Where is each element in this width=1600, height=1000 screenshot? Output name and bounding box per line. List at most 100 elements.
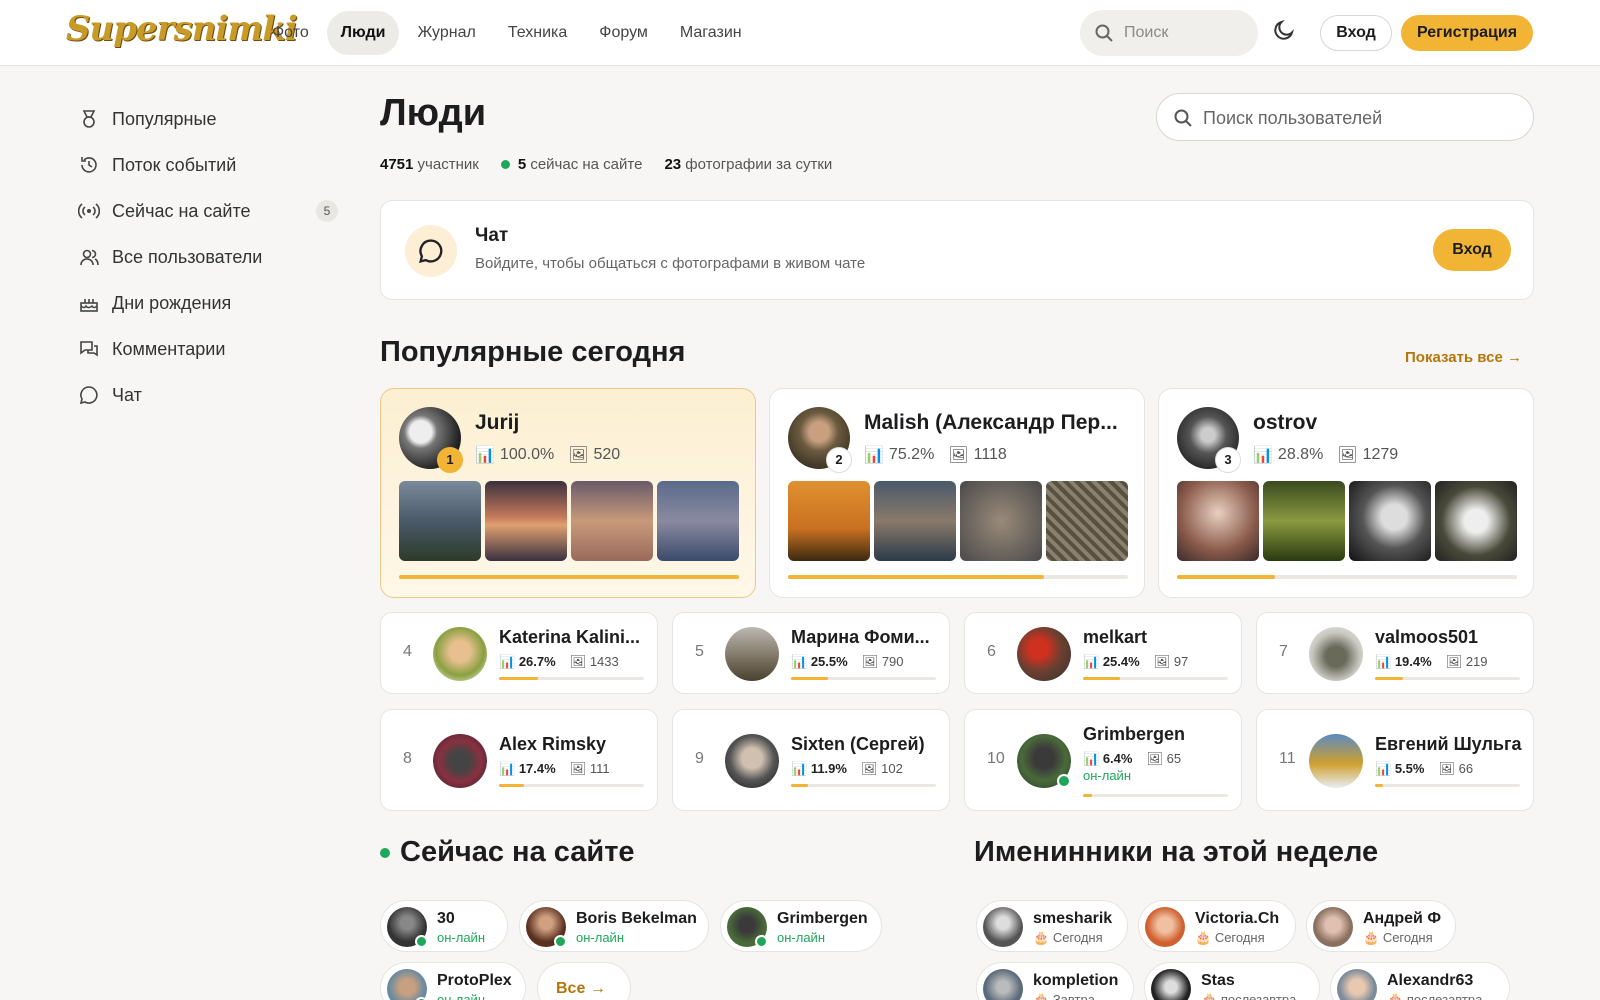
user-name[interactable]: ostrov [1253,411,1523,435]
birthday-user-pill[interactable]: Андрей Ф 🎂 Сегодня [1306,900,1456,952]
chart-icon: 📊 [1375,761,1392,776]
ranked-user-card[interactable]: 5 Марина Фоми... 📊 25.5% 🖼 790 [672,612,950,694]
popularity-bar [1375,677,1520,680]
user-name[interactable]: Евгений Шульга [1375,734,1525,755]
photo-thumb[interactable] [960,481,1042,561]
avatar [725,734,779,788]
nav-people[interactable]: Люди [326,11,400,55]
user-name: Андрей Ф [1363,910,1441,927]
rank-badge: 2 [826,447,852,473]
sidebar-item-birthdays[interactable]: Дни рождения [78,280,338,326]
user-name: 30 [437,910,455,927]
nav-tech[interactable]: Техника [494,11,581,55]
nav-shop[interactable]: Магазин [666,11,756,55]
sidebar-item-chat[interactable]: Чат [78,372,338,418]
ranked-user-card[interactable]: 4 Katerina Kalini... 📊 26.7% 🖼 1433 [380,612,658,694]
user-name[interactable]: Jurij [475,411,745,435]
image-icon: 🖼 [861,654,879,669]
top-user-card[interactable]: 1 Jurij 📊 100.0% 🖼 520 [380,388,756,598]
sidebar-item-all-users[interactable]: Все пользователи [78,234,338,280]
chat-icon [78,384,100,406]
photo-thumbs [788,481,1128,561]
online-user-pill[interactable]: 30 он-лайн [380,900,508,952]
image-icon: 🖼 [1153,654,1171,669]
register-button[interactable]: Регистрация [1401,15,1533,51]
birthday-user-pill[interactable]: Stas 🎂 послезавтра [1144,962,1320,1000]
user-name[interactable]: melkart [1083,627,1233,648]
ranked-user-card[interactable]: 11 Евгений Шульга 📊 5.5% 🖼 66 [1256,709,1534,811]
user-name[interactable]: Alex Rimsky [499,734,649,755]
user-meta: 📊 28.8% 🖼 1279 [1253,446,1399,464]
user-name[interactable]: Grimbergen [1083,724,1233,745]
header-search-input[interactable]: Поиск [1080,10,1258,56]
chat-login-button[interactable]: Вход [1433,229,1511,271]
photo-thumb[interactable] [399,481,481,561]
photo-thumb[interactable] [788,481,870,561]
history-icon [78,154,100,176]
nav-journal[interactable]: Журнал [403,11,489,55]
online-all-button[interactable]: Все → [537,962,631,1000]
chart-icon: 📊 [475,447,495,464]
online-indicator [755,935,768,948]
photo-thumb[interactable] [485,481,567,561]
sidebar-item-popular[interactable]: Популярные [78,96,338,142]
avatar [1309,627,1363,681]
sidebar-item-comments[interactable]: Комментарии [78,326,338,372]
online-user-pill[interactable]: Grimbergen он-лайн [720,900,882,952]
photo-thumb[interactable] [1046,481,1128,561]
online-user-pill[interactable]: Boris Bekelman он-лайн [519,900,709,952]
popularity-bar [499,784,644,787]
login-button[interactable]: Вход [1320,15,1392,51]
photos-stat: 23 фотографии за сутки [664,156,833,173]
dark-mode-toggle-icon[interactable] [1272,18,1296,42]
online-now-title: Сейчас на сайте [380,836,635,869]
birthday-user-pill[interactable]: smesharik 🎂 Сегодня [976,900,1128,952]
photo-thumbs [1177,481,1517,561]
ranked-user-card[interactable]: 9 Sixten (Сергей) 📊 11.9% 🖼 102 [672,709,950,811]
rank-number: 9 [695,750,704,767]
birthday-user-pill[interactable]: kompletion 🎂 Завтра [976,962,1134,1000]
nav-forum[interactable]: Форум [585,11,662,55]
online-indicator [415,935,428,948]
chart-icon: 📊 [1083,654,1100,669]
image-icon: 🖼 [1337,447,1358,464]
ranked-user-card[interactable]: 8 Alex Rimsky 📊 17.4% 🖼 111 [380,709,658,811]
photo-thumb[interactable] [1435,481,1517,561]
user-name[interactable]: Katerina Kalini... [499,627,649,648]
all-label: Все → [556,980,606,997]
avatar [1309,734,1363,788]
top-user-card[interactable]: 2 Malish (Александр Пер... 📊 75.2% 🖼 1118 [769,388,1145,598]
user-meta: 📊 6.4% 🖼 65 [1083,751,1182,766]
user-name[interactable]: Sixten (Сергей) [791,734,941,755]
user-name[interactable]: Марина Фоми... [791,627,941,648]
user-name[interactable]: Malish (Александр Пер... [864,411,1134,435]
search-icon [1174,109,1192,127]
ranked-user-card[interactable]: 6 melkart 📊 25.4% 🖼 97 [964,612,1242,694]
birthday-user-pill[interactable]: Victoria.Ch 🎂 Сегодня [1138,900,1296,952]
user-meta: 📊 100.0% 🖼 520 [475,446,621,464]
top-user-card[interactable]: 3 ostrov 📊 28.8% 🖼 1279 [1158,388,1534,598]
photo-thumb[interactable] [571,481,653,561]
ranked-user-card[interactable]: 7 valmoos501 📊 19.4% 🖼 219 [1256,612,1534,694]
show-all-link[interactable]: Показать все → [1405,349,1522,366]
sidebar-item-online[interactable]: Сейчас на сайте 5 [78,188,338,234]
photo-thumb[interactable] [874,481,956,561]
cake-icon: 🎂 [1363,930,1380,945]
photo-thumb[interactable] [657,481,739,561]
user-name[interactable]: valmoos501 [1375,627,1525,648]
birthday-user-pill[interactable]: Alexandr63 🎂 послезавтра [1330,962,1510,1000]
user-search-input[interactable]: Поиск пользователей [1156,93,1534,141]
birthday-when: 🎂 Завтра [1033,992,1095,1000]
sidebar-item-label: Поток событий [112,154,237,175]
user-name: Victoria.Ch [1195,910,1280,927]
photo-thumb[interactable] [1349,481,1431,561]
sidebar-item-feed[interactable]: Поток событий [78,142,338,188]
photo-thumb[interactable] [1177,481,1259,561]
user-name: kompletion [1033,972,1119,989]
ranked-user-card[interactable]: 10 Grimbergen 📊 6.4% 🖼 65 он-лайн [964,709,1242,811]
nav-photo[interactable]: Фото [258,11,323,55]
online-user-pill[interactable]: ProtoPlex он-лайн [380,962,526,1000]
online-status: он-лайн [777,930,825,945]
image-icon: 🖼 [948,447,969,464]
photo-thumb[interactable] [1263,481,1345,561]
